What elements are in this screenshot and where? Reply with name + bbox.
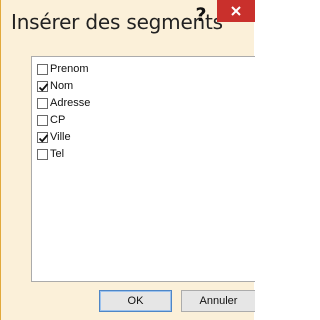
title-bar[interactable]: Insérer des segments ? <box>1 0 255 42</box>
field-label: Prenom <box>50 63 89 75</box>
checkmark-icon <box>38 133 49 143</box>
cancel-button[interactable]: Annuler <box>181 290 255 312</box>
checkbox[interactable] <box>37 63 48 75</box>
list-item[interactable]: Ville <box>37 129 71 145</box>
checkbox[interactable] <box>37 148 48 160</box>
field-label: Adresse <box>50 97 91 109</box>
checkbox[interactable] <box>37 114 48 126</box>
field-label: Nom <box>50 80 74 92</box>
close-icon <box>231 6 241 16</box>
checkbox[interactable] <box>37 80 49 92</box>
field-label: Tel <box>50 148 65 160</box>
ok-button[interactable]: OK <box>99 290 172 312</box>
list-item[interactable]: CP <box>37 112 65 128</box>
field-label: CP <box>50 114 66 126</box>
insert-slicers-dialog: Insérer des segments ? Prenom Nom Adress… <box>0 0 255 320</box>
help-button[interactable]: ? <box>191 4 211 26</box>
field-list[interactable]: Prenom Nom Adresse CP Ville Tel <box>31 56 255 282</box>
checkbox[interactable] <box>37 97 48 109</box>
list-item[interactable]: Prenom <box>37 61 89 77</box>
list-item[interactable]: Tel <box>37 146 64 162</box>
field-label: Ville <box>50 131 71 143</box>
checkbox[interactable] <box>37 131 49 143</box>
list-item[interactable]: Nom <box>37 78 73 94</box>
close-button[interactable] <box>217 0 255 22</box>
list-item[interactable]: Adresse <box>37 95 90 111</box>
checkmark-icon <box>38 82 49 92</box>
